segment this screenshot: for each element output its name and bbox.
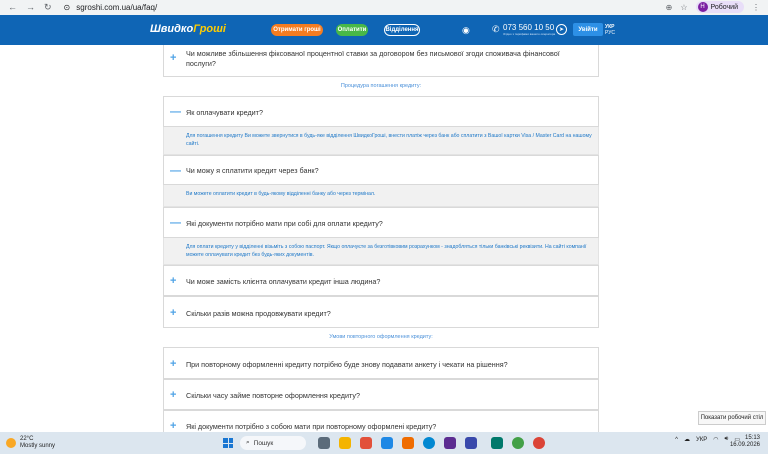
url-text: sgroshi.com.ua/ua/faq/ [76, 3, 158, 12]
show-desktop-tooltip: Показати робочий стіл [698, 411, 766, 425]
wifi-icon[interactable]: ◠ [713, 436, 718, 443]
faq-item[interactable]: + Чи може замість клієнта оплачувати кре… [163, 265, 599, 296]
faq-content: + Чи можливе збільшення фіксованої проце… [0, 45, 768, 432]
menu-icon[interactable]: ⋮ [752, 3, 760, 12]
plus-icon: + [170, 420, 177, 432]
avatar: Н [697, 2, 708, 12]
faq-question: Чи можливе збільшення фіксованої процент… [186, 49, 560, 68]
faq-question: Скільки часу займе повторне оформлення к… [186, 391, 360, 400]
app-icon[interactable] [360, 437, 372, 449]
pay-button[interactable]: Оплатити [336, 24, 368, 36]
get-money-button[interactable]: Отримати гроші [271, 24, 323, 36]
clock-date: 16.09.2026 [729, 442, 760, 448]
login-button[interactable]: Увійти [573, 23, 603, 36]
start-button[interactable] [223, 438, 233, 448]
faq-answer: Для оплати кредиту у відділенні візьміть… [163, 238, 599, 265]
site-logo[interactable]: ШвидкоГроші [150, 23, 226, 35]
minus-icon: — [170, 165, 181, 177]
file-explorer-icon[interactable] [339, 437, 351, 449]
plus-icon: + [170, 307, 177, 319]
site-header: ШвидкоГроші Отримати гроші Оплатити Відд… [0, 15, 768, 45]
faq-question: Які документи потрібно мати при собі для… [186, 219, 383, 228]
faq-answer: Для погашення кредиту Ви можете звернути… [163, 127, 599, 155]
edge-icon[interactable] [423, 437, 435, 449]
minus-icon: — [170, 217, 181, 229]
browser-nav: ← → ↻ [8, 2, 52, 13]
zoom-icon[interactable]: ⊕ [666, 3, 673, 12]
profile-button[interactable]: Н Робочий [695, 1, 744, 13]
taskbar-search-label: Пошук [253, 439, 274, 447]
faq-question: Чи можу я сплатити кредит через банк? [186, 166, 319, 175]
faq-question: При повторному оформленні кредиту потріб… [186, 360, 508, 369]
section-label-repayment: Процедура погашення кредиту: [340, 83, 422, 89]
faq-question: Які документи потрібно з собою мати при … [186, 422, 437, 431]
weather-desc: Mostly sunny [20, 443, 56, 449]
faq-item[interactable]: + Скільки разів можна продовжувати креди… [163, 296, 599, 328]
reload-icon[interactable]: ↻ [44, 2, 52, 13]
faq-item[interactable]: + Чи можливе збільшення фіксованої проце… [163, 45, 599, 77]
plus-icon: + [170, 389, 177, 401]
taskbar-search[interactable]: ⌕ Пошук [240, 436, 306, 450]
phone-icon: ✆ [492, 24, 500, 34]
faq-item[interactable]: + Які документи потрібно з собою мати пр… [163, 410, 599, 432]
task-view-icon[interactable] [318, 437, 330, 449]
telegram-icon[interactable]: ➤ [556, 24, 567, 35]
whatsapp-icon[interactable] [512, 437, 524, 449]
plus-icon: + [170, 358, 177, 370]
profile-name: Робочий [710, 3, 738, 11]
site-info-icon[interactable]: ⊙ [64, 3, 71, 12]
volume-icon[interactable]: 🔊︎ [725, 436, 729, 443]
teams-icon[interactable] [444, 437, 456, 449]
section-label-repeat: Умови повторного оформлення кредиту: [329, 334, 433, 340]
faq-answer: Ви можете оплатити кредит в будь-якому в… [163, 185, 599, 207]
browser-toolbar: ← → ↻ ⊙ sgroshi.com.ua/ua/faq/ ⊕ ☆ Н Роб… [0, 0, 768, 15]
language-switch[interactable]: УКР РУС [605, 24, 615, 36]
phone-number[interactable]: 073 560 10 50 [503, 23, 554, 32]
store-icon[interactable] [465, 437, 477, 449]
search-icon: ⌕ [246, 439, 250, 446]
clock-time: 15:13 [744, 435, 760, 441]
faq-question: Чи може замість клієнта оплачувати креди… [186, 277, 381, 286]
chrome-icon[interactable] [533, 437, 545, 449]
chevron-up-icon[interactable]: ^ [675, 437, 678, 443]
lang-ru[interactable]: РУС [605, 30, 615, 36]
plus-icon: + [170, 52, 177, 64]
plus-icon: + [170, 275, 177, 287]
back-icon[interactable]: ← [8, 2, 17, 13]
clock[interactable]: 15:13 16.09.2026 [730, 435, 760, 449]
weather-temp: 22°C [20, 436, 34, 442]
faq-question: Як оплачувати кредит? [186, 108, 263, 117]
office-icon[interactable] [402, 437, 414, 449]
bookmark-star-icon[interactable]: ☆ [680, 3, 687, 12]
sun-icon [6, 438, 16, 448]
forward-icon[interactable]: → [26, 2, 35, 13]
faq-question: Скільки разів можна продовжувати кредит? [186, 309, 331, 318]
branches-button[interactable]: Відділення [384, 24, 420, 36]
address-bar[interactable]: ⊙ sgroshi.com.ua/ua/faq/ [64, 3, 158, 12]
faq-answer-text: Ви можете оплатити кредит в будь-якому в… [186, 191, 376, 197]
app-icon[interactable] [491, 437, 503, 449]
faq-item[interactable]: + При повторному оформленні кредиту потр… [163, 347, 599, 379]
phone-note: Згідно з тарифами вашого оператора [503, 32, 556, 36]
cloud-icon[interactable]: ☁ [684, 436, 690, 443]
faq-item[interactable]: — Які документи потрібно мати при собі д… [163, 207, 599, 238]
minus-icon: — [170, 106, 181, 118]
faq-item[interactable]: — Як оплачувати кредит? [163, 96, 599, 127]
faq-answer-text: Для погашення кредиту Ви можете звернути… [186, 133, 592, 147]
faq-item[interactable]: — Чи можу я сплатити кредит через банк? [163, 155, 599, 185]
faq-answer-text: Для оплати кредиту у відділенні візьміть… [186, 244, 587, 258]
taskbar: 22°C Mostly sunny ⌕ Пошук ^ ☁ УКР ◠ 🔊︎ ▭… [0, 432, 768, 454]
calendar-icon[interactable] [381, 437, 393, 449]
faq-item[interactable]: + Скільки часу займе повторне оформлення… [163, 379, 599, 410]
accessibility-eye-icon[interactable]: ◉ [462, 25, 470, 36]
tray-language[interactable]: УКР [696, 437, 707, 443]
weather-widget[interactable]: 22°C Mostly sunny [6, 436, 55, 450]
